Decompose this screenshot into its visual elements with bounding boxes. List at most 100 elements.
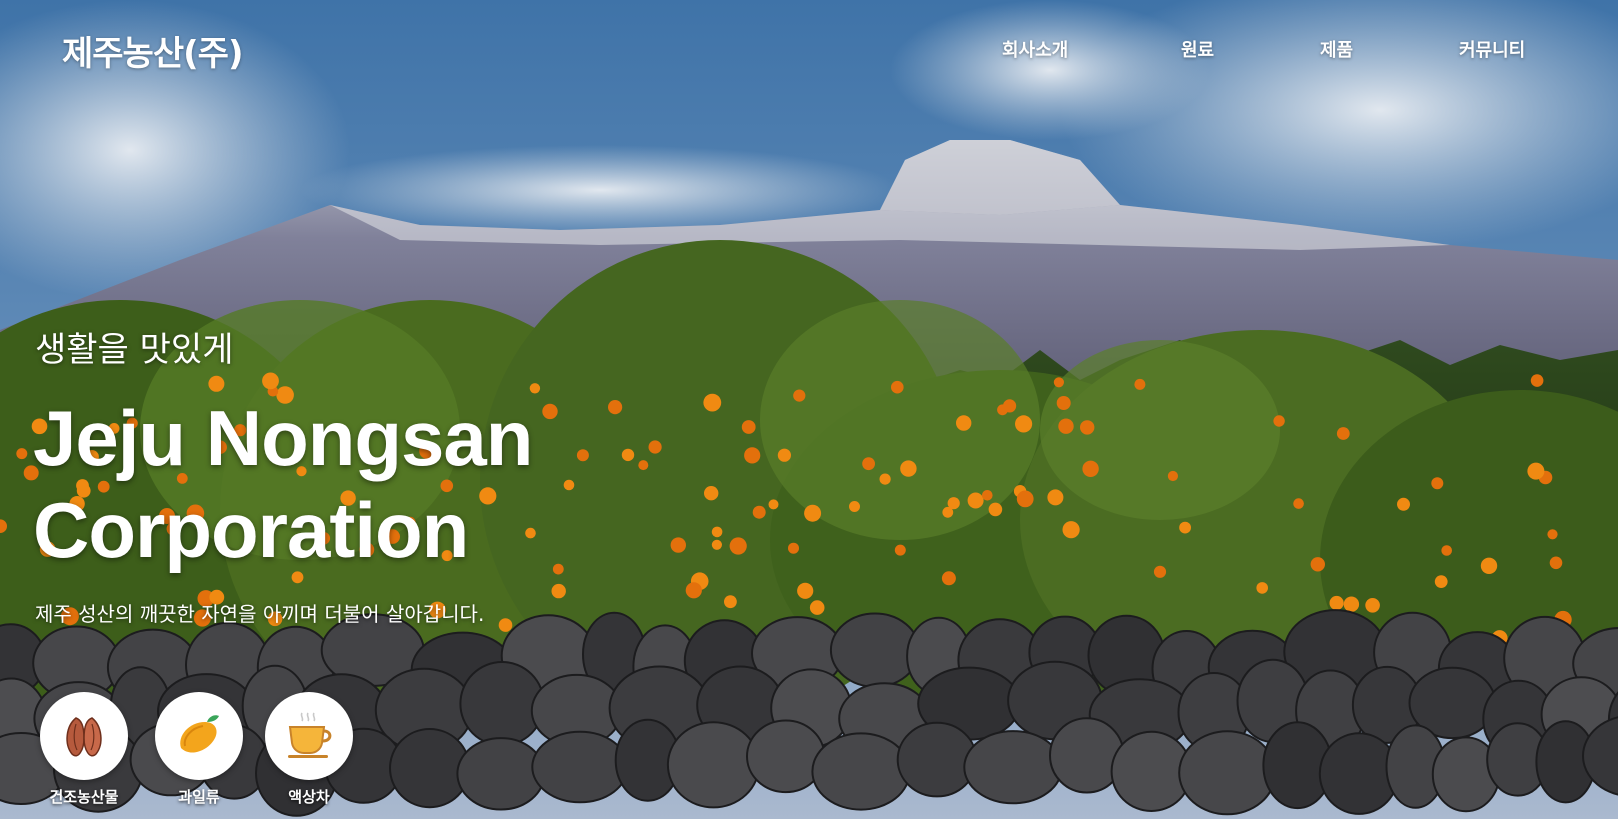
tangerine-fruit: [563, 479, 575, 491]
tangerine-fruit: [879, 473, 891, 485]
tangerine-fruit: [1134, 378, 1146, 390]
tangerine-fruit: [1167, 470, 1178, 482]
tangerine-fruit: [1058, 418, 1074, 434]
tangerine-fruit: [788, 542, 799, 554]
tangerine-fruit: [741, 420, 756, 434]
tangerine-fruit: [1343, 596, 1360, 612]
tangerine-fruit: [711, 526, 723, 538]
tangerine-fruit: [849, 501, 860, 512]
category-label: 건조농산물: [49, 788, 119, 806]
tangerine-fruit: [1015, 415, 1033, 433]
tangerine-fruit: [1016, 490, 1034, 508]
lava-stone: [963, 730, 1063, 805]
lava-stone: [1178, 730, 1277, 816]
hero-headline-line2: Corporation: [33, 486, 469, 574]
tangerine-fruit: [797, 582, 814, 599]
tangerine-fruit: [1056, 396, 1071, 410]
tangerine-fruit: [1397, 497, 1410, 511]
tangerine-fruit: [16, 448, 28, 460]
tangerine-fruit: [685, 582, 702, 599]
tangerine-fruit: [1293, 498, 1304, 509]
tangerine-fruit: [1434, 575, 1448, 588]
tangerine-fruit: [262, 372, 279, 390]
hero-headline-line1: Jeju Nongsan: [33, 394, 533, 482]
tangerine-fruit: [498, 618, 513, 632]
tangerine-fruit: [1547, 529, 1558, 540]
category-circle: [40, 692, 128, 780]
tangerine-fruit: [1256, 582, 1268, 594]
tangerine-fruit: [997, 404, 1008, 416]
tangerine-fruit: [809, 600, 825, 615]
tangerine-fruit: [1431, 477, 1444, 490]
lava-stone: [746, 719, 826, 794]
lava-stone: [459, 661, 545, 747]
lava-stone: [666, 721, 761, 809]
tangerine-fruit: [608, 400, 623, 415]
tangerine-fruit: [729, 537, 747, 555]
nav-item-ingredients[interactable]: 원료: [1181, 36, 1214, 62]
tangerine-fruit: [703, 393, 722, 412]
tangerine-fruit: [1053, 377, 1064, 388]
tangerine-fruit: [988, 502, 1003, 517]
mango-icon: [180, 715, 219, 753]
tangerine-fruit: [900, 460, 917, 477]
tangerine-fruit: [752, 505, 766, 519]
tangerine-fruit: [967, 492, 984, 509]
tangerine-fruit: [1062, 521, 1080, 539]
tangerine-fruit: [704, 486, 719, 501]
tangerine-fruit: [552, 563, 564, 575]
lava-stone: [829, 612, 921, 688]
category-label: 과일류: [178, 788, 220, 806]
nav-item-community[interactable]: 커뮤니티: [1459, 36, 1525, 62]
tangerine-fruit: [542, 403, 558, 420]
category-circle: [265, 692, 353, 780]
tangerine-fruit: [1273, 415, 1285, 427]
category-circle: [155, 692, 243, 780]
tangerine-fruit: [621, 448, 635, 462]
tangerine-fruit: [670, 537, 686, 553]
tangerine-fruit: [982, 490, 993, 501]
hero-subtitle: 제주 성산의 깨끗한 자연을 아끼며 더불어 살아갑니다.: [35, 602, 485, 626]
tangerine-fruit: [777, 448, 792, 462]
hero-tagline: 생활을 맛있게: [35, 330, 234, 370]
tangerine-fruit: [1365, 598, 1380, 613]
nav-item-products[interactable]: 제품: [1320, 36, 1353, 62]
tangerine-fruit: [648, 440, 662, 454]
tangerine-fruit: [1310, 557, 1326, 572]
tea-cup-icon: [288, 712, 332, 758]
tangerine-fruit: [1530, 374, 1544, 387]
nav-item-company[interactable]: 회사소개: [1002, 36, 1068, 62]
category-liquid-tea[interactable]: 액상차: [263, 692, 355, 807]
category-dried-produce[interactable]: 건조농산물: [38, 692, 130, 807]
tangerine-fruit: [768, 499, 779, 510]
tangerine-fruit: [551, 583, 566, 599]
tangerine-fruit: [208, 375, 225, 392]
category-label: 액상차: [288, 788, 330, 806]
hero-headline: Jeju Nongsan Corporation: [33, 392, 533, 576]
tangerine-fruit: [638, 460, 649, 471]
tangerine-fruit: [862, 457, 875, 471]
tangerine-fruit: [1082, 460, 1099, 477]
tangerine-fruit: [1549, 556, 1563, 570]
tangerine-fruit: [724, 595, 737, 609]
tangerine-fruit: [711, 539, 723, 550]
tangerine-fruit: [1179, 521, 1191, 534]
lava-stone: [531, 730, 629, 804]
tangerine-fruit: [1480, 557, 1498, 574]
tangerine-fruit: [942, 506, 954, 518]
tangerine-fruit: [1047, 489, 1064, 506]
tangerine-fruit: [1080, 420, 1095, 435]
tangerine-fruit: [804, 504, 822, 522]
tangerine-fruit: [576, 449, 589, 462]
main-nav: 회사소개 원료 제품 커뮤니티: [0, 36, 1618, 66]
tangerine-fruit: [956, 415, 972, 431]
lava-stone: [456, 737, 546, 811]
category-fruits[interactable]: 과일류: [153, 692, 245, 807]
tangerine-fruit: [1153, 565, 1167, 578]
tangerine-fruit: [1336, 427, 1350, 440]
tangerine-fruit: [1527, 462, 1545, 480]
tangerine-fruit: [1329, 595, 1344, 611]
almond-icon: [66, 717, 102, 757]
tangerine-fruit: [894, 544, 906, 556]
tangerine-fruit: [744, 447, 761, 464]
